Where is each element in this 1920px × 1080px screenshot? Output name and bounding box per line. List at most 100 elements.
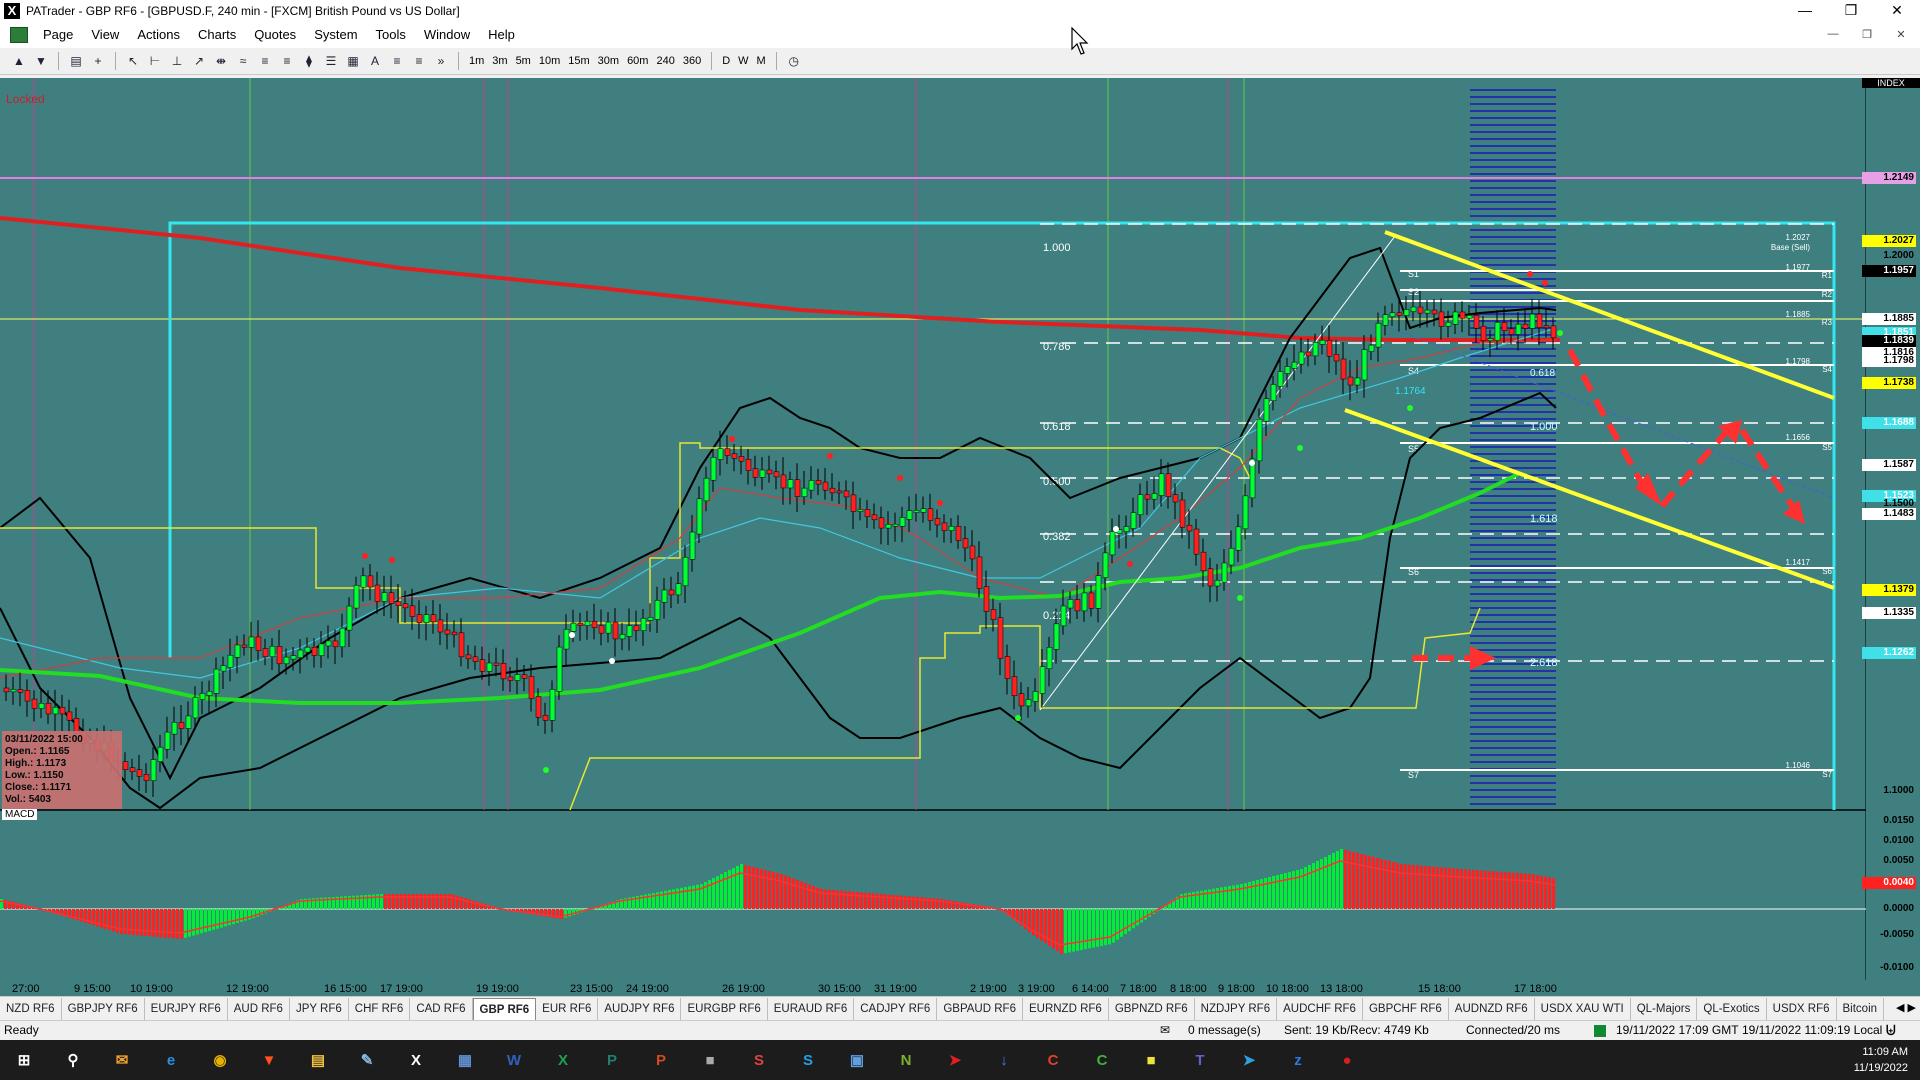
symbol-tab[interactable]: QL-Majors [1631,998,1698,1020]
timeframe-w[interactable]: W [734,52,752,70]
cycle-lines-icon[interactable]: ☰ [321,52,341,70]
notepad-icon[interactable]: ✎ [353,1046,381,1074]
excel-icon[interactable]: X [549,1046,577,1074]
screen-icon[interactable]: ▣ [843,1046,871,1074]
menu-tools[interactable]: Tools [367,22,415,48]
camtasia-icon[interactable]: C [1039,1046,1067,1074]
symbol-tab[interactable]: AUDNZD RF6 [1449,998,1535,1020]
menu-actions[interactable]: Actions [128,22,189,48]
timeframe-3m[interactable]: 3m [488,52,511,70]
gann-icon[interactable]: ⧫ [299,52,319,70]
timeframe-60m[interactable]: 60m [623,52,652,70]
text-tool-icon[interactable]: A [365,52,385,70]
brave-icon[interactable]: ▼ [255,1046,283,1074]
symbol-tab[interactable]: EURNZD RF6 [1023,998,1109,1020]
tab-scroll-arrows[interactable]: ◀ ▶ [1896,997,1916,1019]
ninjatrader-icon[interactable]: N [892,1046,920,1074]
symbol-tab[interactable]: EUR RF6 [536,998,599,1020]
timeframe-10m[interactable]: 10m [535,52,564,70]
symbol-tab[interactable]: GBPJPY RF6 [62,998,145,1020]
menu-page[interactable]: Page [34,22,82,48]
media-icon[interactable]: ■ [696,1046,724,1074]
symbol-tab[interactable]: GBPAUD RF6 [937,998,1023,1020]
symbol-tab[interactable]: QL-Exotics [1697,998,1767,1020]
maximize-button[interactable]: ❐ [1828,0,1874,22]
symbol-tab[interactable]: EURJPY RF6 [145,998,228,1020]
file-explorer-icon[interactable]: ▤ [304,1046,332,1074]
edge-icon[interactable]: e [157,1046,185,1074]
symbol-tab[interactable]: USDX XAU WTI [1535,998,1631,1020]
menu-quotes[interactable]: Quotes [245,22,305,48]
symbol-tab[interactable]: CHF RF6 [349,998,411,1020]
sticky-notes-icon[interactable]: ■ [1137,1046,1165,1074]
clock-icon[interactable]: ◷ [784,52,804,70]
levels-icon[interactable]: ≡ [409,52,429,70]
symbol-tab[interactable]: USDX RF6 [1767,998,1837,1020]
search-icon[interactable]: ⚲ [59,1046,87,1074]
vertical-line-icon[interactable]: ⊥ [167,52,187,70]
mdi-restore-button[interactable]: ❐ [1850,28,1884,41]
symbol-tab[interactable]: NZDJPY RF6 [1195,998,1278,1020]
symbol-tab[interactable]: CAD RF6 [410,998,473,1020]
timeframe-15m[interactable]: 15m [564,52,593,70]
chart-icon[interactable]: ▤ [66,52,86,70]
menu-help[interactable]: Help [479,22,524,48]
timeframe-30m[interactable]: 30m [594,52,623,70]
windows-start-icon[interactable]: ⊞ [10,1046,38,1074]
symbol-tab[interactable]: GBPNZD RF6 [1109,998,1195,1020]
skype-icon[interactable]: S [794,1046,822,1074]
telegram-icon[interactable]: ➤ [1235,1046,1263,1074]
message-icon[interactable]: ✉ [1160,1023,1170,1037]
horizontal-line-icon[interactable]: ⊢ [145,52,165,70]
red-bird-icon[interactable]: ➤ [941,1046,969,1074]
more-tools-icon[interactable]: » [431,52,451,70]
timeframe-5m[interactable]: 5m [512,52,535,70]
menu-window[interactable]: Window [415,22,479,48]
order-up-icon[interactable]: ▲ [9,52,29,70]
fib-fan-icon[interactable]: ≈ [233,52,253,70]
symbol-tab[interactable]: GBP RF6 [472,997,537,1021]
price-chart[interactable]: 1.000 0.786 0.618 0.500 0.382 0.214 1.000 1.618… [0,78,1920,996]
fib-retracement-icon[interactable]: ≡ [255,52,275,70]
chrome-icon[interactable]: ◉ [206,1046,234,1074]
mdi-close-button[interactable]: ✕ [1884,28,1918,41]
symbol-tab[interactable]: GBPCHF RF6 [1363,998,1449,1020]
teams-icon[interactable]: T [1186,1046,1214,1074]
publisher-icon[interactable]: P [598,1046,626,1074]
symbol-tab[interactable]: EURAUD RF6 [768,998,855,1020]
symbol-tab[interactable]: AUD RF6 [228,998,290,1020]
channel-icon[interactable]: ⇼ [211,52,231,70]
order-down-icon[interactable]: ▼ [31,52,51,70]
symbol-tab[interactable]: CADJPY RF6 [854,998,938,1020]
record-icon[interactable]: ● [1333,1046,1361,1074]
close-button[interactable]: ✕ [1874,0,1920,22]
pointer-icon[interactable]: ↖ [123,52,143,70]
timeframe-360[interactable]: 360 [679,52,705,70]
timeframe-240[interactable]: 240 [652,52,678,70]
pitchfork-icon[interactable]: ≡ [387,52,407,70]
patrader-icon[interactable]: X [402,1046,430,1074]
menu-system[interactable]: System [305,22,366,48]
symbol-tab[interactable]: AUDCHF RF6 [1277,998,1363,1020]
download-icon[interactable]: ↓ [990,1046,1018,1074]
crosshair-icon[interactable]: + [88,52,108,70]
timeframe-1m[interactable]: 1m [465,52,488,70]
snagit-icon[interactable]: S [745,1046,773,1074]
mail-app-icon[interactable]: ✉ [108,1046,136,1074]
trendline-icon[interactable]: ↗ [189,52,209,70]
symbol-tab[interactable]: Bitcoin [1837,998,1885,1020]
chart-area[interactable]: 1.000 0.786 0.618 0.500 0.382 0.214 1.000 1.618… [0,78,1920,996]
timeframe-m[interactable]: M [753,52,770,70]
symbol-tab[interactable]: AUDJPY RF6 [598,998,682,1020]
rectangle-icon[interactable]: ▦ [343,52,363,70]
mdi-minimize-button[interactable]: — [1816,28,1850,40]
fib-extension-icon[interactable]: ≡ [277,52,297,70]
calculator-icon[interactable]: ▦ [451,1046,479,1074]
system-clock[interactable]: 11:09 AM 11/19/2022 [1828,1044,1908,1076]
camtasia-green-icon[interactable]: C [1088,1046,1116,1074]
symbol-tab[interactable]: JPY RF6 [290,998,349,1020]
menu-charts[interactable]: Charts [189,22,245,48]
powerpoint-icon[interactable]: P [647,1046,675,1074]
zoom-icon[interactable]: z [1284,1046,1312,1074]
word-icon[interactable]: W [500,1046,528,1074]
